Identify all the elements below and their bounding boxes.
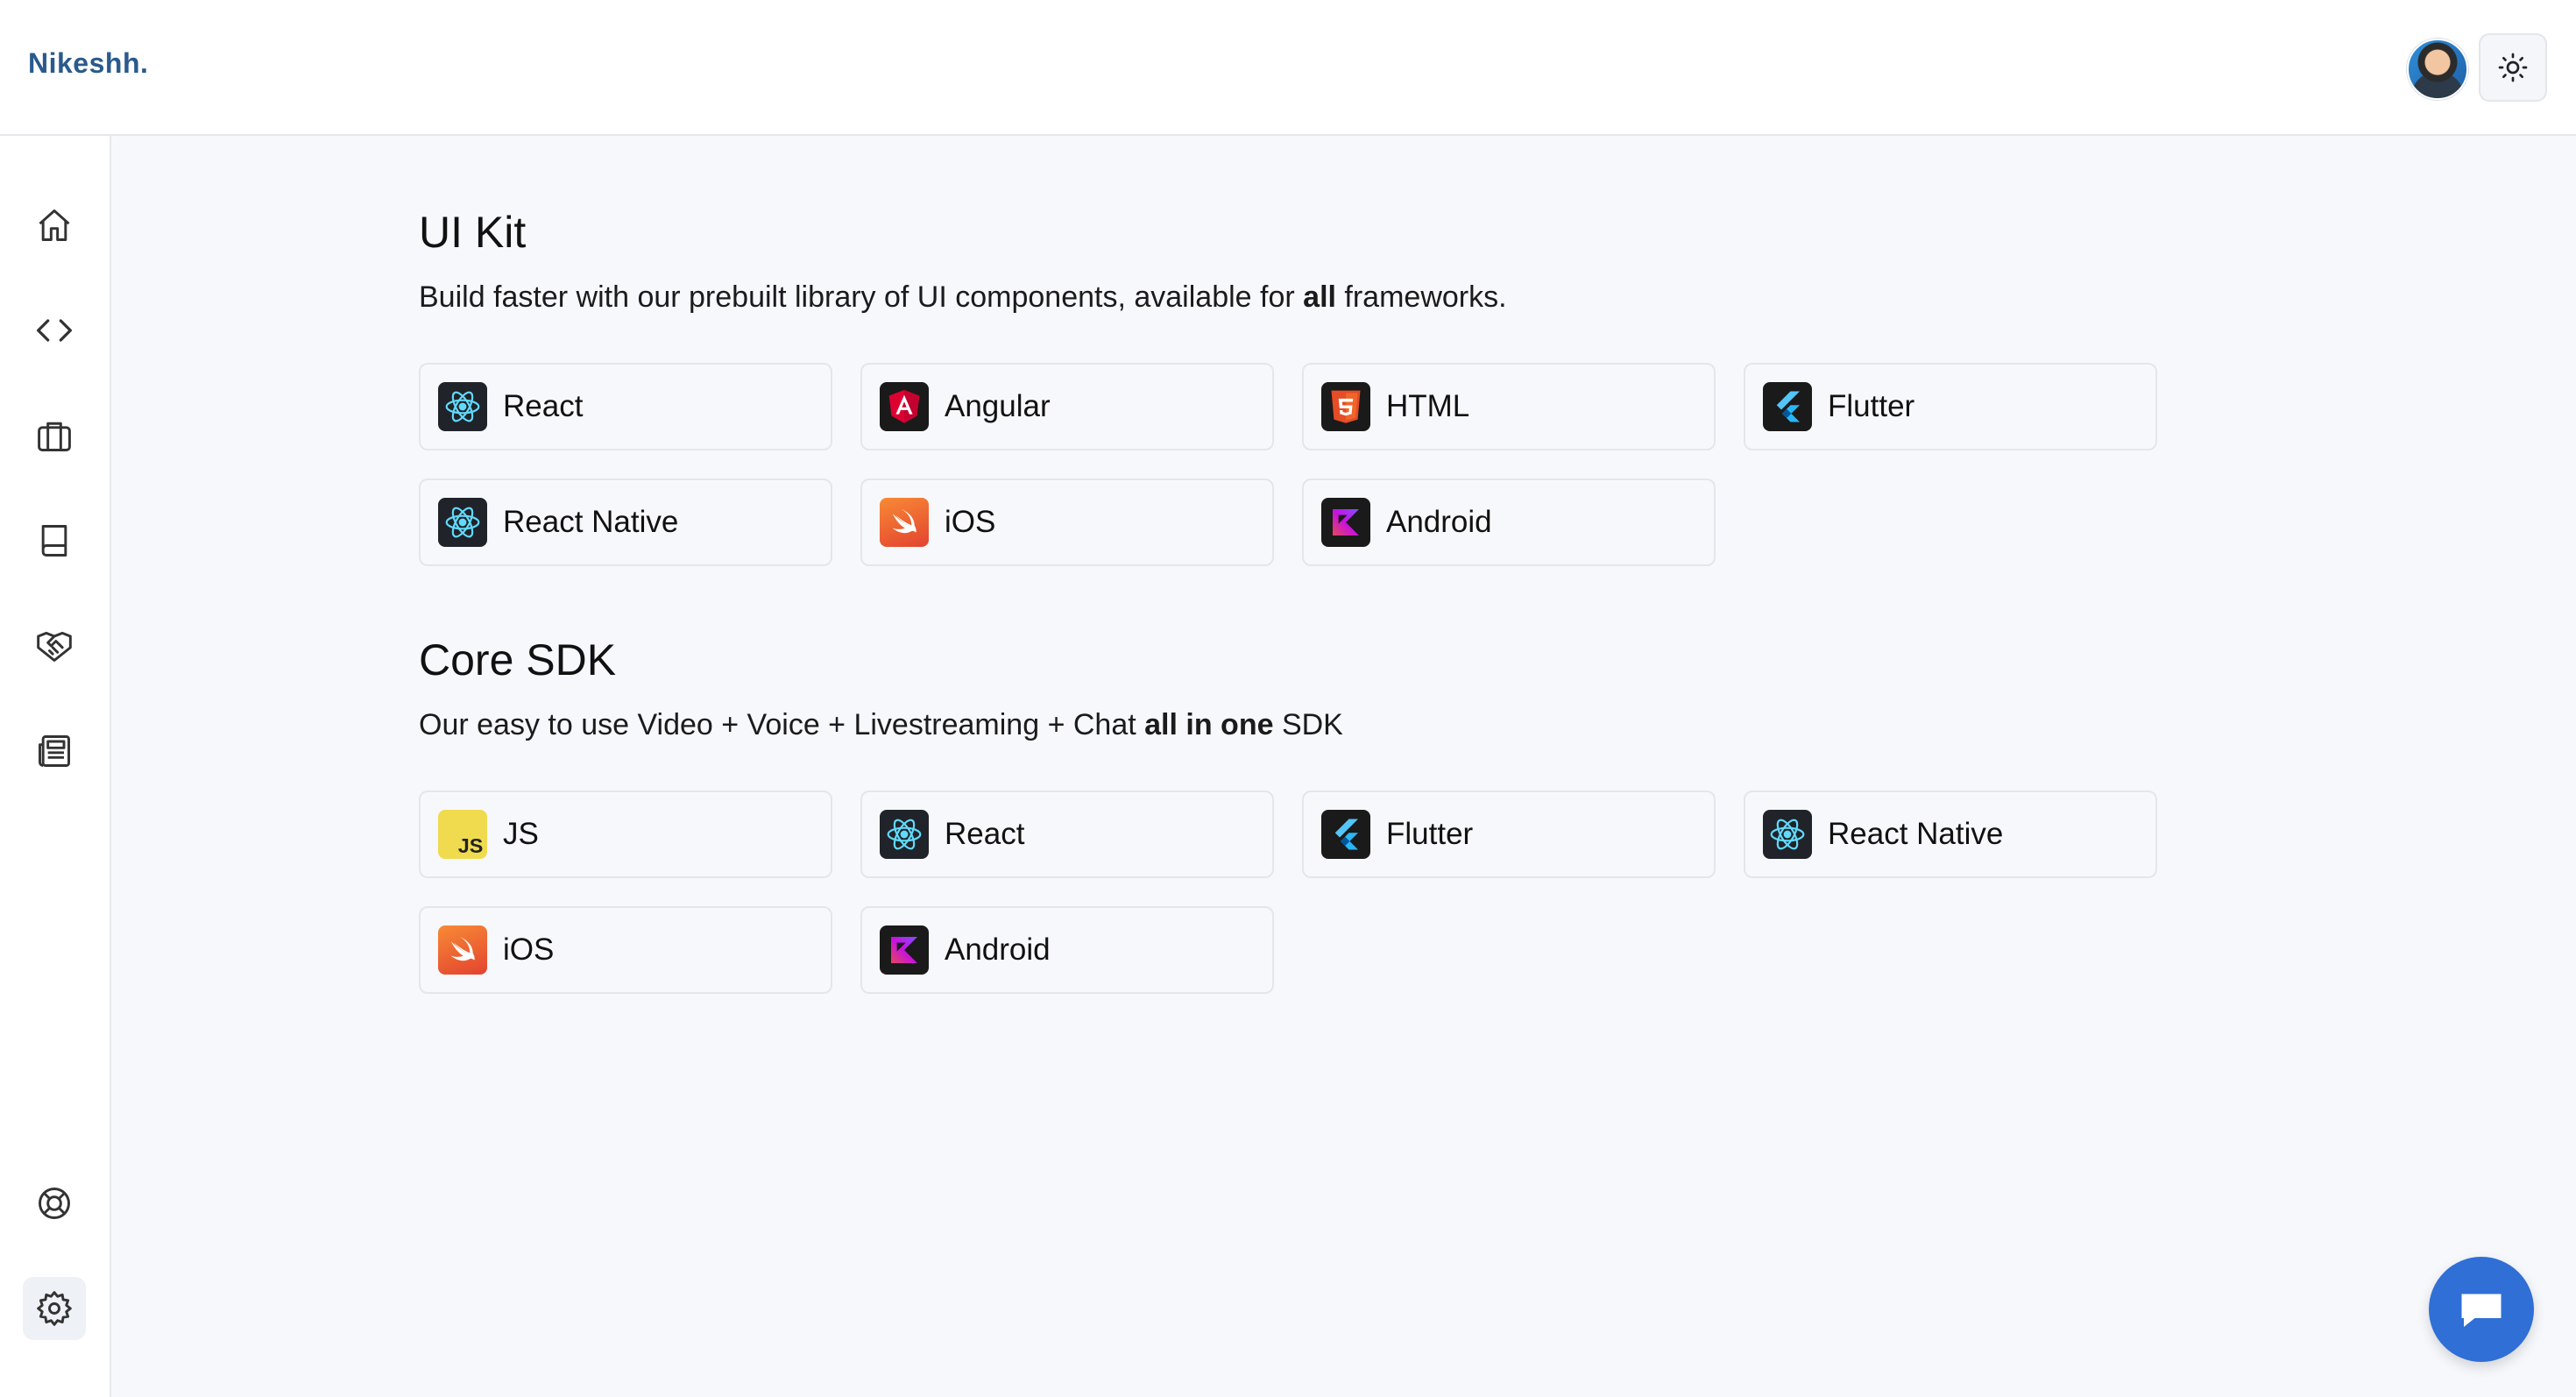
core-sdk-card-ios[interactable]: iOS bbox=[419, 906, 832, 994]
ui-kit-desc-bold: all bbox=[1303, 280, 1336, 314]
home-icon bbox=[39, 209, 70, 241]
card-label: React bbox=[945, 817, 1025, 851]
card-label: Angular bbox=[945, 389, 1051, 423]
sidebar-item-docs[interactable] bbox=[23, 509, 86, 572]
core-sdk-card-js[interactable]: JS JS bbox=[419, 791, 832, 878]
core-sdk-card-react-native[interactable]: React Native bbox=[1744, 791, 2157, 878]
core-sdk-description: Our easy to use Video + Voice + Livestre… bbox=[419, 708, 1343, 742]
ui-kit-title: UI Kit bbox=[419, 208, 527, 257]
kotlin-icon bbox=[1321, 498, 1370, 547]
flutter-icon bbox=[1321, 810, 1370, 859]
top-bar: Nikeshh. bbox=[0, 0, 2576, 136]
sidebar bbox=[0, 136, 111, 1397]
ui-kit-desc-end: frameworks. bbox=[1335, 280, 1507, 314]
card-label: Flutter bbox=[1386, 817, 1474, 851]
chat-icon bbox=[2461, 1294, 2502, 1327]
card-label: HTML bbox=[1386, 389, 1470, 423]
brand-logo[interactable]: Nikeshh. bbox=[28, 47, 148, 80]
sidebar-item-support[interactable] bbox=[23, 1172, 86, 1235]
core-sdk-desc-text: Our easy to use Video + Voice + Livestre… bbox=[419, 708, 1145, 741]
react-icon bbox=[880, 810, 929, 859]
react-icon bbox=[438, 498, 487, 547]
theme-toggle-button[interactable] bbox=[2479, 33, 2547, 102]
ui-kit-card-react[interactable]: React bbox=[419, 363, 832, 450]
chat-button[interactable] bbox=[2429, 1257, 2534, 1362]
ui-kit-card-react-native[interactable]: React Native bbox=[419, 479, 832, 566]
sidebar-item-home[interactable] bbox=[23, 194, 86, 257]
card-label: Android bbox=[945, 933, 1051, 967]
sidebar-item-news[interactable] bbox=[23, 720, 86, 783]
sidebar-item-settings[interactable] bbox=[23, 1277, 86, 1340]
sidebar-item-work[interactable] bbox=[23, 404, 86, 467]
sidebar-item-code[interactable] bbox=[23, 299, 86, 362]
javascript-icon: JS bbox=[438, 810, 487, 859]
code-icon bbox=[37, 319, 72, 342]
briefcase-icon bbox=[38, 422, 71, 451]
svg-text:JS: JS bbox=[458, 834, 484, 857]
flutter-icon bbox=[1763, 382, 1812, 431]
ui-kit-card-flutter[interactable]: Flutter bbox=[1744, 363, 2157, 450]
ui-kit-card-angular[interactable]: Angular bbox=[860, 363, 1274, 450]
react-icon bbox=[1763, 810, 1812, 859]
ui-kit-card-html[interactable]: HTML bbox=[1302, 363, 1716, 450]
swift-icon bbox=[880, 498, 929, 547]
card-label: iOS bbox=[945, 505, 996, 539]
angular-icon bbox=[880, 382, 929, 431]
react-icon bbox=[438, 382, 487, 431]
handshake-icon bbox=[37, 631, 72, 662]
core-sdk-desc-bold: all in one bbox=[1144, 708, 1274, 741]
core-sdk-card-flutter[interactable]: Flutter bbox=[1302, 791, 1716, 878]
core-sdk-card-react[interactable]: React bbox=[860, 791, 1274, 878]
book-icon bbox=[41, 525, 67, 557]
card-label: Flutter bbox=[1828, 389, 1915, 423]
swift-icon bbox=[438, 925, 487, 975]
ui-kit-desc-text: Build faster with our prebuilt library o… bbox=[419, 280, 1304, 314]
kotlin-icon bbox=[880, 925, 929, 975]
card-label: React Native bbox=[1828, 817, 2004, 851]
card-label: iOS bbox=[503, 933, 555, 967]
lifebuoy-icon bbox=[39, 1188, 70, 1219]
sidebar-item-partners[interactable] bbox=[23, 614, 86, 677]
ui-kit-card-ios[interactable]: iOS bbox=[860, 479, 1274, 566]
card-label: JS bbox=[503, 817, 539, 851]
core-sdk-title: Core SDK bbox=[419, 635, 617, 684]
core-sdk-desc-end: SDK bbox=[1273, 708, 1343, 741]
card-label: React bbox=[503, 389, 584, 423]
ui-kit-card-android[interactable]: Android bbox=[1302, 479, 1716, 566]
ui-kit-description: Build faster with our prebuilt library o… bbox=[419, 280, 1507, 315]
core-sdk-card-android[interactable]: Android bbox=[860, 906, 1274, 994]
newspaper-icon bbox=[39, 735, 70, 767]
card-label: React Native bbox=[503, 505, 679, 539]
card-label: Android bbox=[1386, 505, 1492, 539]
sun-icon bbox=[2498, 53, 2528, 82]
html5-icon bbox=[1321, 382, 1370, 431]
avatar[interactable] bbox=[2407, 39, 2468, 100]
gear-icon bbox=[37, 1291, 72, 1326]
